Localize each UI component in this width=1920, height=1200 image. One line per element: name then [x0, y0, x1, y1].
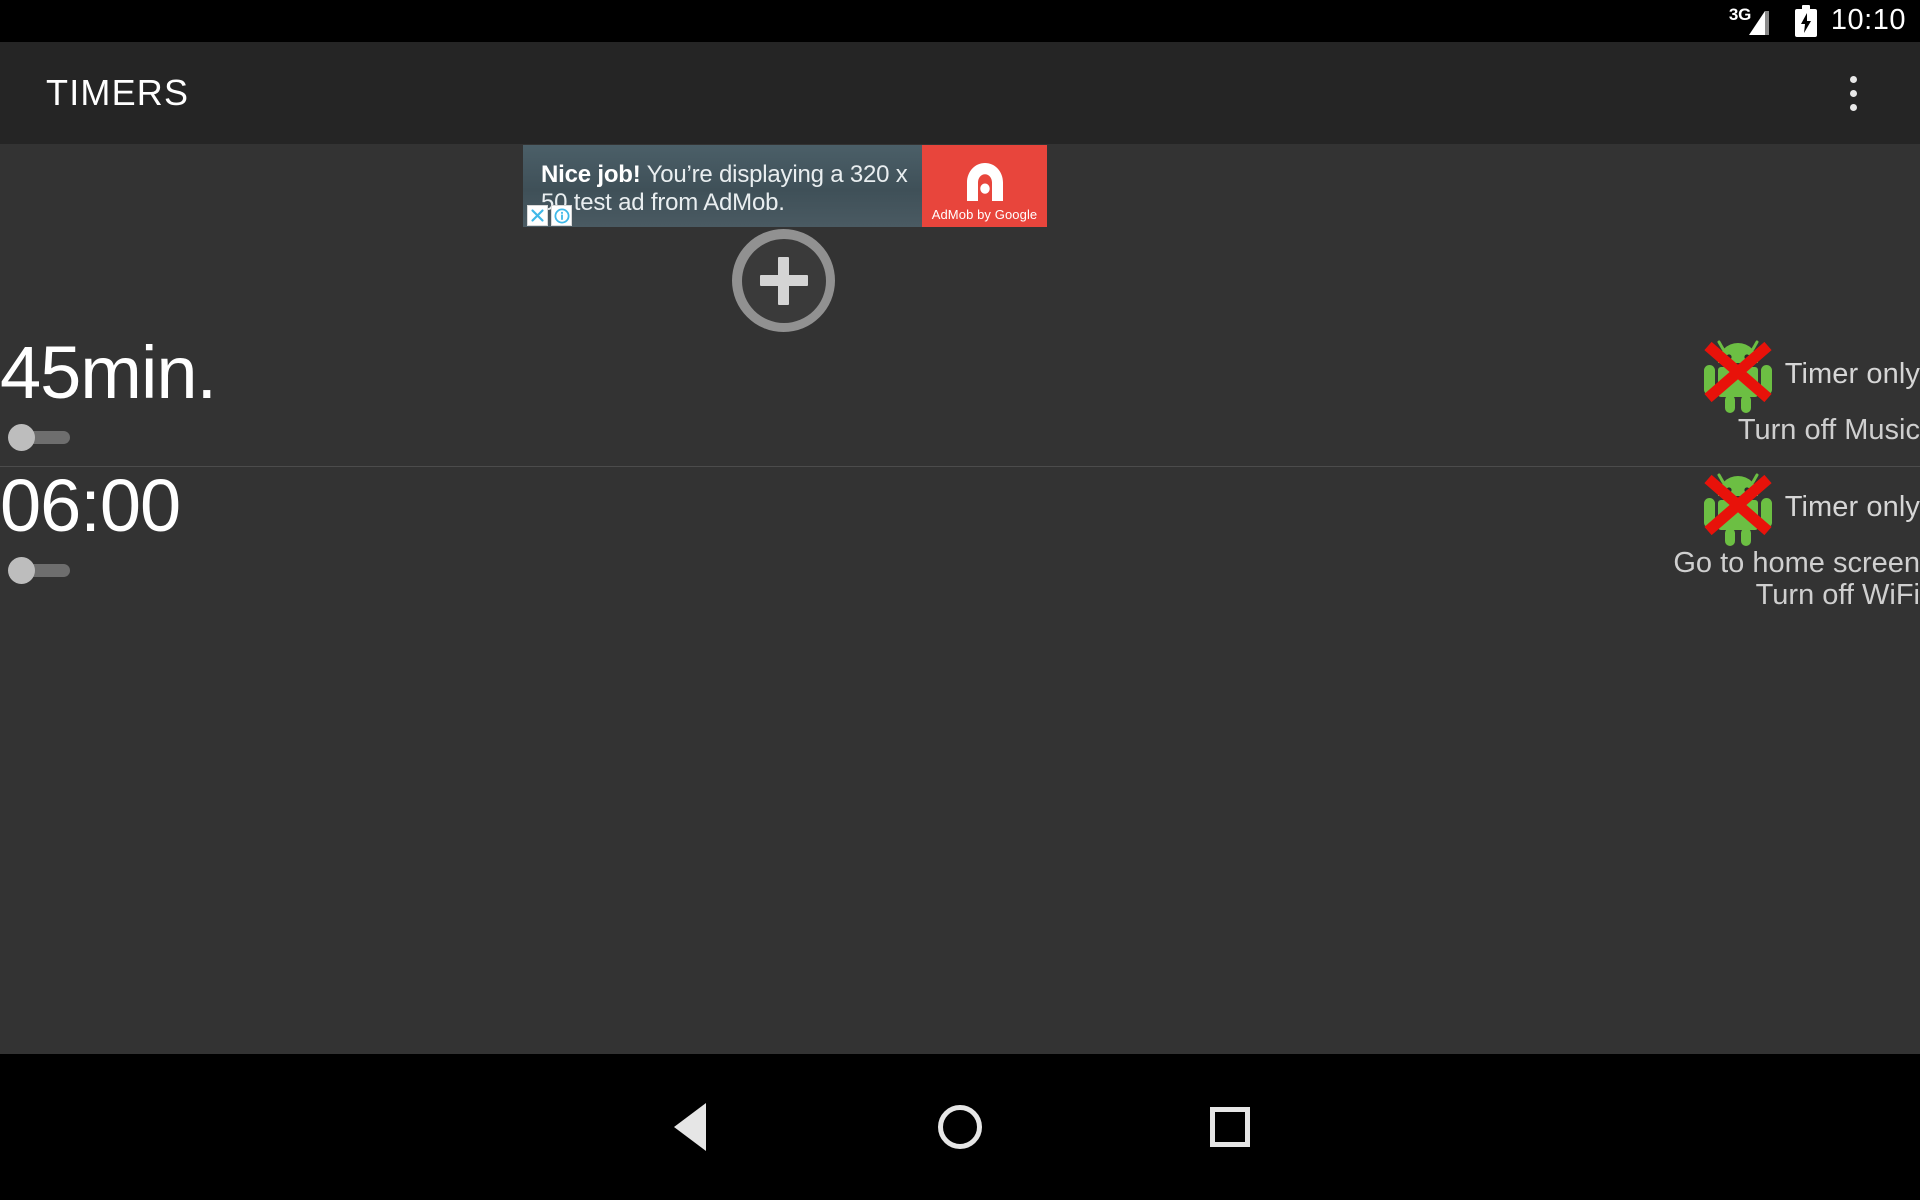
navigation-bar	[0, 1054, 1920, 1200]
signal-triangle-dim	[1764, 11, 1769, 35]
timer-actions: Turn off Music	[1695, 414, 1920, 446]
ad-text-panel[interactable]: Nice job! You’re displaying a 320 x 50 t…	[523, 145, 922, 227]
admob-caption: AdMob by Google	[931, 207, 1038, 222]
status-bar-clock: 10:10	[1830, 3, 1906, 36]
timer-mode-label: Timer only	[1784, 490, 1920, 523]
battery-charging-icon	[1793, 5, 1819, 37]
timer-right-column: Timer only Turn off Music	[1695, 334, 1920, 446]
close-x-icon[interactable]	[527, 205, 548, 226]
table-row[interactable]: 06:00 Timer only Go to home screen Turn …	[0, 467, 1920, 657]
admob-banner[interactable]: Nice job! You’re displaying a 320 x 50 t…	[523, 145, 1047, 227]
timer-status: Timer only	[1673, 467, 1920, 547]
admob-logo-icon[interactable]: AdMob by Google	[922, 145, 1047, 227]
back-triangle-icon[interactable]	[595, 1054, 785, 1200]
timer-actions: Go to home screen Turn off WiFi	[1673, 547, 1920, 611]
overflow-menu-icon[interactable]	[1830, 61, 1876, 125]
timer-action-item: Turn off Music	[1737, 414, 1920, 446]
timer-duration[interactable]: 45min.	[0, 334, 217, 412]
plus-icon	[741, 238, 826, 323]
app-bar: TIMERS	[0, 42, 1920, 144]
timer-duration[interactable]: 06:00	[0, 467, 181, 545]
table-row[interactable]: 45min. Timer only Turn off Music	[0, 334, 1920, 467]
ad-copy: Nice job! You’re displaying a 320 x 50 t…	[541, 161, 912, 217]
page-title: TIMERS	[46, 72, 190, 113]
android-disabled-icon	[1695, 464, 1781, 550]
signal-triangle	[1748, 11, 1765, 35]
network-type-label: 3G	[1728, 5, 1751, 24]
toggle-switch-off[interactable]	[8, 557, 70, 584]
status-bar: 3G 10:10	[0, 0, 1920, 42]
home-circle-icon[interactable]	[865, 1054, 1055, 1200]
timer-action-item: Go to home screen	[1673, 547, 1920, 579]
android-screen: 3G 10:10 TIMERS Nice job! You’re display…	[0, 0, 1920, 1200]
timer-right-column: Timer only Go to home screen Turn off Wi…	[1673, 467, 1920, 611]
timer-left-column: 06:00	[0, 467, 181, 584]
recents-square-icon[interactable]	[1135, 1054, 1325, 1200]
toggle-switch-off[interactable]	[8, 424, 70, 451]
info-icon[interactable]	[551, 205, 572, 226]
ad-badge-group	[527, 205, 572, 226]
timers-content: Nice job! You’re displaying a 320 x 50 t…	[0, 144, 1920, 1054]
signal-bars-icon: 3G	[1729, 6, 1775, 36]
timer-list: 45min. Timer only Turn off Music 06:00 T…	[0, 334, 1920, 657]
add-timer-button[interactable]	[732, 229, 835, 332]
timer-action-item: Turn off WiFi	[1755, 578, 1920, 611]
android-disabled-icon	[1695, 331, 1781, 417]
timer-status: Timer only	[1695, 334, 1920, 414]
timer-mode-label: Timer only	[1784, 357, 1920, 390]
ad-headline: Nice job!	[541, 161, 641, 188]
timer-left-column: 45min.	[0, 334, 217, 451]
